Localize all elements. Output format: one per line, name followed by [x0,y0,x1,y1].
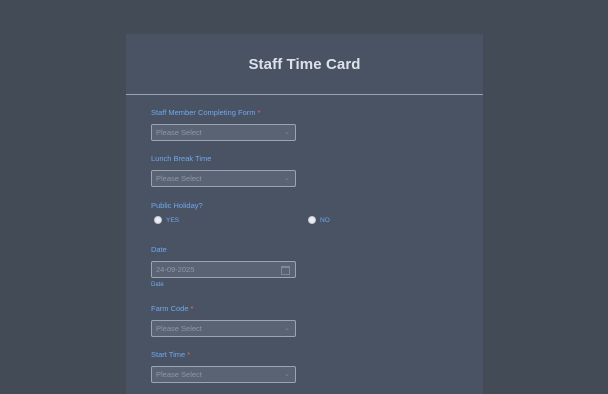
chevron-down-icon: ⌄ [284,371,290,378]
lunch-break-field: Lunch Break Time Please Select ⌄ [151,154,296,187]
radio-no-label: NO [320,216,330,224]
required-marker: * [187,350,191,359]
start-time-placeholder: Please Select [156,370,202,379]
lunch-break-label: Lunch Break Time [151,154,212,163]
farm-code-placeholder: Please Select [156,324,202,333]
staff-member-field: Staff Member Completing Form * Please Sel… [151,108,296,141]
required-marker: * [257,108,261,117]
start-time-select[interactable]: Please Select ⌄ [151,366,296,383]
date-sublabel: Date [151,282,164,288]
date-input[interactable]: 24-09-2025 [151,261,296,278]
radio-yes-button[interactable] [154,216,162,224]
date-label: Date [151,245,167,254]
chevron-down-icon: ⌄ [284,175,290,182]
farm-code-select[interactable]: Please Select ⌄ [151,320,296,337]
radio-no-button[interactable] [308,216,316,224]
radio-yes[interactable]: YES [154,216,179,224]
farm-code-field: Farm Code * Please Select ⌄ [151,304,296,337]
farm-code-label: Farm Code * [151,304,194,313]
staff-member-placeholder: Please Select [156,128,202,137]
public-holiday-field: Public Holiday? [151,201,203,211]
required-marker: * [190,304,194,313]
lunch-break-placeholder: Please Select [156,174,202,183]
form-header: Staff Time Card [126,34,483,95]
calendar-icon[interactable] [281,266,290,275]
radio-yes-label: YES [166,216,180,224]
lunch-break-select[interactable]: Please Select ⌄ [151,170,296,187]
date-value: 24-09-2025 [156,265,195,274]
start-time-label: Start Time * [151,350,191,359]
staff-member-select[interactable]: Please Select ⌄ [151,124,296,141]
staff-time-card-form: Staff Time Card Staff Member Completing … [126,34,483,394]
chevron-down-icon: ⌄ [284,129,290,136]
radio-no[interactable]: NO [308,216,330,224]
start-time-field: Start Time * Please Select ⌄ [151,350,296,383]
staff-member-label: Staff Member Completing Form * [151,108,261,117]
date-field: Date 24-09-2025 Date [151,245,296,288]
public-holiday-radio-group: YES NO [154,216,454,228]
public-holiday-label: Public Holiday? [151,201,203,210]
form-title: Staff Time Card [248,55,361,73]
chevron-down-icon: ⌄ [284,325,290,332]
